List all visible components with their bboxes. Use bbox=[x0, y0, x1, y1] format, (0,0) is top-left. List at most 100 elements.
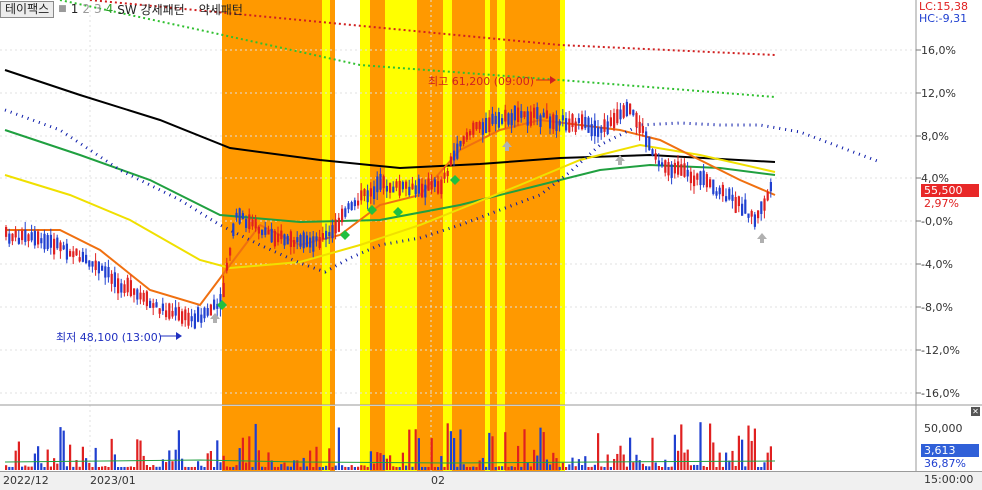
candle-body bbox=[769, 181, 772, 192]
volume-bar bbox=[286, 466, 289, 470]
volume-bar bbox=[225, 466, 228, 470]
candle-body bbox=[273, 230, 276, 247]
volume-bar bbox=[344, 466, 347, 470]
stock-name-button[interactable]: 테이팩스 bbox=[0, 0, 55, 18]
volume-bar bbox=[88, 462, 91, 470]
volume-bar bbox=[126, 466, 129, 470]
y-tick-label: 8,0% bbox=[921, 130, 949, 143]
volume-bar bbox=[117, 466, 120, 470]
y-tick-label: 16,0% bbox=[921, 44, 956, 57]
candle-body bbox=[341, 208, 344, 223]
pattern-band bbox=[330, 406, 335, 471]
volume-bar bbox=[465, 466, 468, 470]
volume-bar bbox=[526, 462, 529, 470]
volume-bar bbox=[581, 465, 584, 470]
date-label: 2022/12 bbox=[3, 474, 49, 487]
volume-bar bbox=[49, 466, 52, 470]
candle-body bbox=[731, 194, 734, 201]
volume-bar bbox=[395, 466, 398, 470]
volume-bar bbox=[277, 466, 280, 470]
candle-body bbox=[542, 112, 545, 118]
candle-body bbox=[181, 311, 184, 324]
candle-body bbox=[750, 210, 753, 217]
candle-body bbox=[501, 118, 504, 124]
candle-body bbox=[353, 200, 356, 207]
strong-pattern-label[interactable]: SW 강세패턴 bbox=[117, 1, 184, 18]
candle-body bbox=[629, 103, 632, 115]
volume-bar bbox=[501, 466, 504, 470]
volume-bar bbox=[299, 466, 302, 470]
volume-bar bbox=[376, 452, 379, 470]
candle-body bbox=[49, 234, 52, 248]
candle-body bbox=[334, 219, 337, 234]
candle-body bbox=[584, 116, 587, 129]
candle-body bbox=[289, 231, 292, 248]
indicator-3[interactable]: 3 bbox=[94, 2, 102, 16]
candle-body bbox=[497, 112, 500, 128]
volume-bar bbox=[17, 441, 20, 470]
separator-icon: ■ bbox=[58, 4, 67, 14]
volume-bar bbox=[341, 465, 344, 470]
candle-body bbox=[149, 300, 152, 308]
volume-bar bbox=[686, 449, 689, 470]
candle-body bbox=[408, 186, 411, 196]
candle-body bbox=[411, 183, 414, 190]
indicator-4[interactable]: 4 bbox=[106, 2, 114, 16]
volume-bar bbox=[552, 452, 555, 470]
candle-body bbox=[725, 196, 728, 202]
candle-body bbox=[737, 196, 740, 207]
volume-bar bbox=[577, 459, 580, 470]
candle-body bbox=[757, 210, 760, 219]
volume-bar bbox=[8, 466, 11, 470]
volume-bar bbox=[37, 446, 40, 470]
candle-body bbox=[379, 173, 382, 190]
candle-body bbox=[136, 289, 139, 300]
volume-bar bbox=[318, 466, 321, 470]
volume-bar bbox=[206, 453, 209, 470]
candle-body bbox=[469, 130, 472, 136]
volume-bar bbox=[760, 466, 763, 470]
candle-body bbox=[475, 122, 478, 130]
volume-bar bbox=[453, 437, 456, 470]
close-icon[interactable]: ✕ bbox=[971, 407, 980, 416]
candle-body bbox=[158, 308, 161, 314]
candle-body bbox=[686, 169, 689, 177]
candle-body bbox=[286, 235, 289, 245]
volume-bar bbox=[414, 429, 417, 470]
volume-bar bbox=[401, 452, 404, 470]
candle-body bbox=[373, 186, 376, 199]
volume-bar bbox=[283, 462, 286, 470]
candle-body bbox=[299, 234, 302, 247]
candle-body bbox=[107, 266, 110, 278]
pattern-bands bbox=[222, 0, 565, 471]
candle-body bbox=[376, 176, 379, 193]
volume-bar bbox=[728, 460, 731, 470]
weak-pattern-label[interactable]: 약세패턴 bbox=[199, 1, 243, 18]
candle-body bbox=[670, 164, 673, 178]
volume-bar bbox=[763, 462, 766, 470]
candle-body bbox=[433, 179, 436, 187]
volume-bar bbox=[699, 422, 702, 470]
candle-body bbox=[689, 171, 692, 184]
indicator-2[interactable]: 2 bbox=[82, 2, 90, 16]
indicator-1[interactable]: 1 bbox=[71, 2, 79, 16]
volume-bar bbox=[14, 450, 17, 470]
volume-bar bbox=[488, 432, 491, 470]
candle-body bbox=[424, 184, 427, 198]
candle-body bbox=[75, 248, 78, 256]
candle-body bbox=[21, 230, 24, 241]
candle-body bbox=[350, 202, 353, 211]
y-tick-label: -4,0% bbox=[921, 258, 953, 271]
volume-bar bbox=[97, 466, 100, 470]
volume-bar bbox=[721, 466, 724, 470]
volume-bar bbox=[91, 466, 94, 470]
candle-body bbox=[126, 277, 129, 293]
volume-bar bbox=[491, 436, 494, 470]
pattern-band bbox=[360, 406, 370, 471]
candle-body bbox=[645, 131, 648, 147]
volume-bar bbox=[513, 466, 516, 470]
candle-body bbox=[270, 228, 273, 243]
candle-body bbox=[651, 149, 654, 156]
volume-bar bbox=[600, 466, 603, 470]
volume-bar bbox=[702, 465, 705, 470]
